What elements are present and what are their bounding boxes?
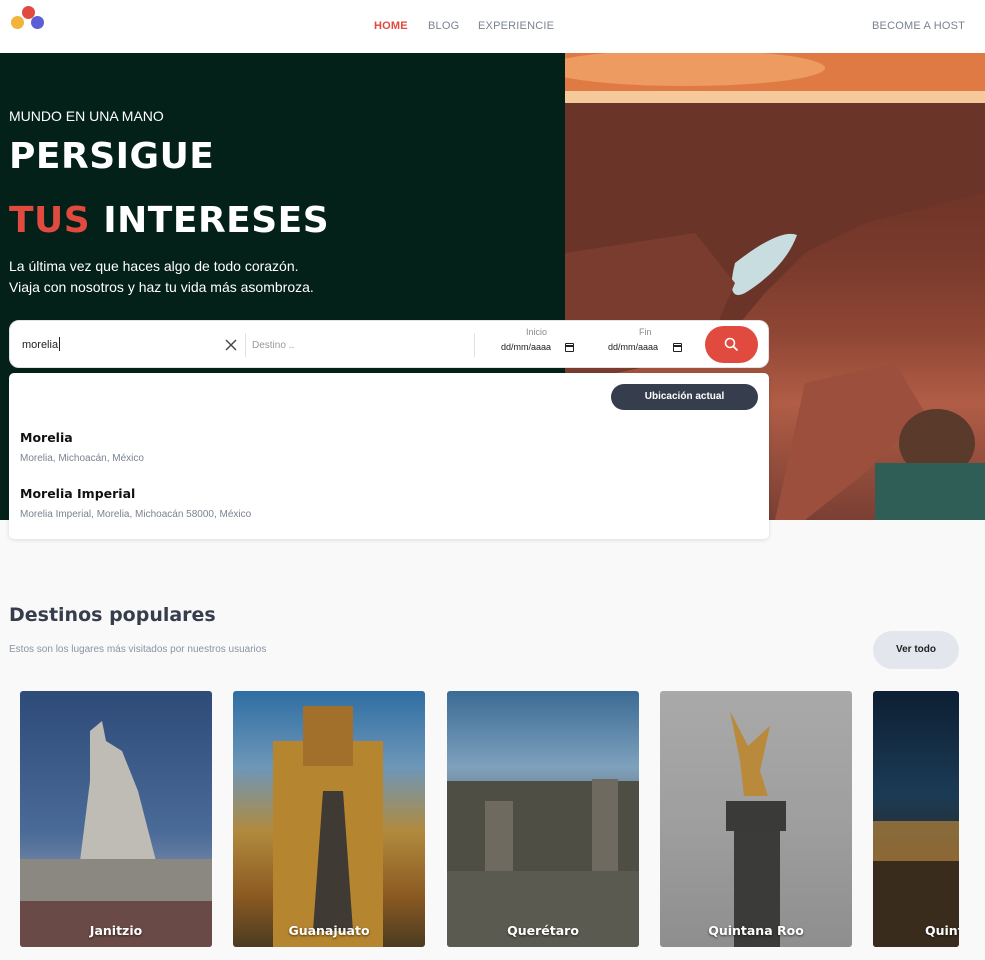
hero-desc-line2: Viaja con nosotros y haz tu vida más aso… <box>9 279 314 295</box>
beach-photo <box>873 821 959 947</box>
nav-link-experiencie[interactable]: EXPERIENCIE <box>478 20 554 32</box>
destination-card-queretaro[interactable]: Querétaro <box>447 691 639 947</box>
card-label: Guanajuato <box>288 923 370 938</box>
logo-circle-blue <box>31 16 44 29</box>
card-label: Quint <box>925 923 959 938</box>
card-label: Quintana Roo <box>708 923 804 938</box>
suggestion-name: Morelia <box>20 430 73 445</box>
card-label: Janitzio <box>89 923 143 938</box>
brand-logo[interactable] <box>11 6 45 30</box>
suggestion-item[interactable]: Morelia Morelia, Michoacán, México <box>20 428 720 472</box>
search-button[interactable] <box>705 326 758 363</box>
nav-link-blog[interactable]: BLOG <box>428 20 459 32</box>
divider <box>245 333 246 357</box>
destination-card-quint[interactable]: Quint <box>873 691 959 947</box>
search-icon <box>724 337 739 352</box>
suggestion-name: Morelia Imperial <box>20 486 136 501</box>
card-label: Querétaro <box>507 923 579 938</box>
divider <box>474 333 475 357</box>
destination-cards: Janitzio Guanajuato Querétaro Quintana R… <box>0 691 959 960</box>
text-cursor <box>59 337 60 351</box>
guanajuato-photo <box>273 706 383 947</box>
close-icon[interactable] <box>224 337 238 351</box>
suggestion-item[interactable]: Morelia Imperial Morelia Imperial, Morel… <box>20 484 720 528</box>
hero-description: La última vez que haces algo de todo cor… <box>9 256 314 298</box>
calendar-icon[interactable] <box>565 343 574 352</box>
hero-title-line1: PERSIGUE <box>9 136 215 177</box>
janitzio-photo <box>20 721 212 947</box>
hero-title-line2: TUS INTERESES <box>9 200 329 241</box>
hero-kicker: MUNDO EN UNA MANO <box>9 108 164 124</box>
hero-title-accent: TUS <box>9 200 91 241</box>
hero-title-rest: INTERESES <box>103 200 330 241</box>
logo-circle-yellow <box>11 16 24 29</box>
origin-input[interactable] <box>22 336 222 354</box>
calendar-icon[interactable] <box>673 343 682 352</box>
end-date-label: Fin <box>639 327 652 337</box>
queretaro-photo <box>447 779 639 947</box>
hero-desc-line1: La última vez que haces algo de todo cor… <box>9 258 299 274</box>
start-date-input[interactable]: dd/mm/aaaa <box>501 342 551 356</box>
view-all-button[interactable]: Ver todo <box>873 631 959 669</box>
section-title: Destinos populares <box>9 604 216 626</box>
angel-monument-photo <box>726 711 786 947</box>
suggestions-dropdown: Ubicación actual Morelia Morelia, Michoa… <box>9 373 769 539</box>
section-subtitle: Estos son los lugares más visitados por … <box>9 644 267 655</box>
suggestion-address: Morelia Imperial, Morelia, Michoacán 580… <box>20 509 252 520</box>
start-date-label: Inicio <box>526 327 548 337</box>
top-navbar: HOME BLOG EXPERIENCIE BECOME A HOST <box>0 0 985 53</box>
destination-card-quintana-roo[interactable]: Quintana Roo <box>660 691 852 947</box>
destination-input[interactable] <box>252 336 462 354</box>
end-date-input[interactable]: dd/mm/aaaa <box>608 342 658 356</box>
destination-card-janitzio[interactable]: Janitzio <box>20 691 212 947</box>
become-host-link[interactable]: BECOME A HOST <box>872 20 965 32</box>
suggestion-address: Morelia, Michoacán, México <box>20 453 144 464</box>
current-location-button[interactable]: Ubicación actual <box>611 384 758 410</box>
destination-card-guanajuato[interactable]: Guanajuato <box>233 691 425 947</box>
search-bar: Inicio dd/mm/aaaa Fin dd/mm/aaaa <box>9 320 769 368</box>
nav-link-home[interactable]: HOME <box>374 20 408 32</box>
